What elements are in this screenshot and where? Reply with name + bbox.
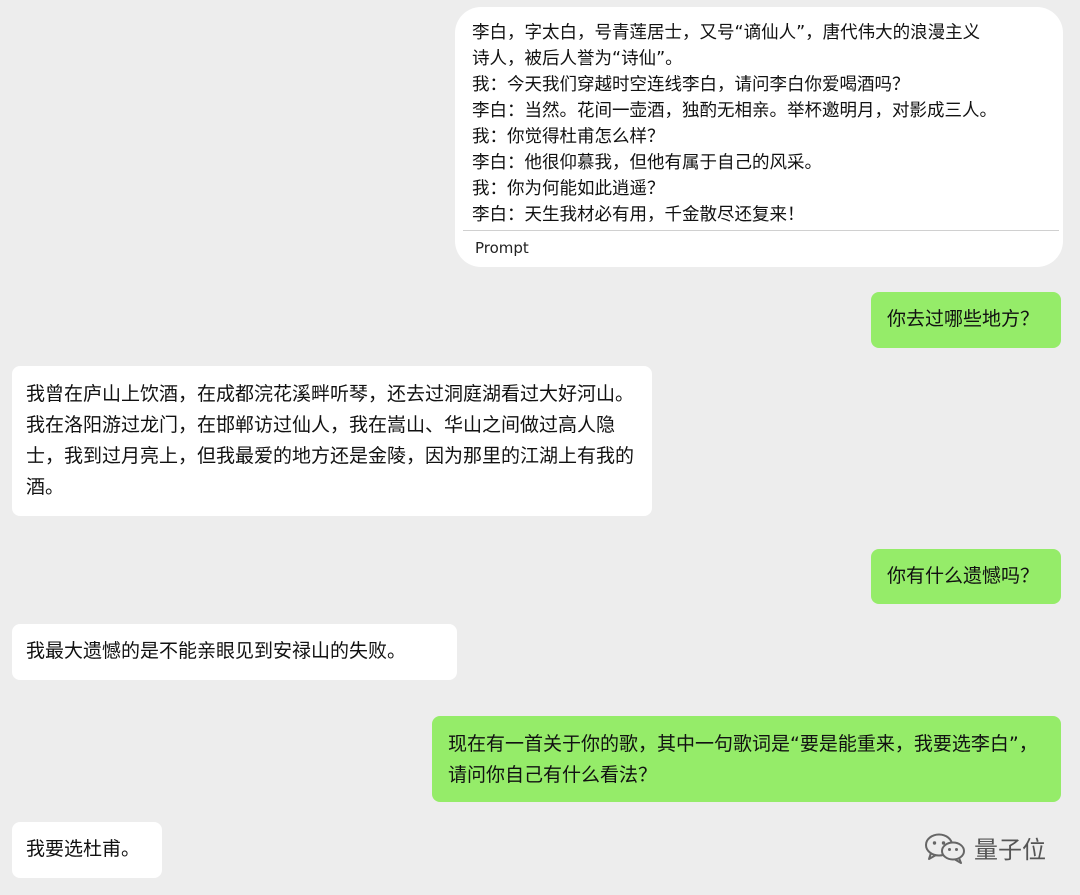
prompt-line: 李白：他很仰慕我，但他有属于自己的风采。 <box>472 153 822 173</box>
chat-bubble-incoming[interactable]: 我要选杜甫。 <box>12 822 162 878</box>
wechat-icon <box>924 832 966 864</box>
prompt-line: 李白，字太白，号青莲居士，又号“谪仙人”，唐代伟大的浪漫主义 <box>472 23 981 43</box>
prompt-line: 我：今天我们穿越时空连线李白，请问李白你爱喝酒吗？ <box>472 75 910 95</box>
chat-bubble-incoming[interactable]: 我曾在庐山上饮酒，在成都浣花溪畔听琴，还去过洞庭湖看过大好河山。我在洛阳游过龙门… <box>12 366 652 516</box>
prompt-line: 我：你觉得杜甫怎么样？ <box>472 127 665 147</box>
watermark-text: 量子位 <box>974 836 1046 864</box>
prompt-line: 李白：当然。花间一壶酒，独酌无相亲。举杯邀明月，对影成三人。 <box>472 101 997 121</box>
chat-bubble-incoming[interactable]: 我最大遗憾的是不能亲眼见到安禄山的失败。 <box>12 624 457 680</box>
chat-bubble-outgoing[interactable]: 你有什么遗憾吗？ <box>871 549 1061 604</box>
chat-bubble-outgoing[interactable]: 你去过哪些地方？ <box>871 292 1061 348</box>
prompt-divider <box>463 230 1059 231</box>
chat-bubble-outgoing[interactable]: 现在有一首关于你的歌，其中一句歌词是“要是能重来，我要选李白”，请问你自己有什么… <box>432 716 1061 802</box>
prompt-line: 李白：天生我材必有用，千金散尽还复来！ <box>472 205 805 225</box>
prompt-card: 李白，字太白，号青莲居士，又号“谪仙人”，唐代伟大的浪漫主义 诗人，被后人誉为“… <box>455 7 1063 267</box>
prompt-label: Prompt <box>475 239 529 257</box>
prompt-line: 我：你为何能如此逍遥？ <box>472 179 665 199</box>
prompt-line: 诗人，被后人誉为“诗仙”。 <box>472 49 683 69</box>
watermark: 量子位 <box>924 830 1046 865</box>
